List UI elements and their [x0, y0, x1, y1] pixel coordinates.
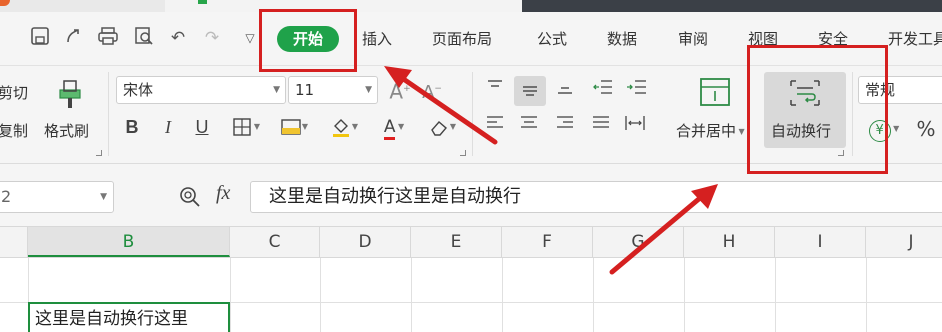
annotation-arrow-line [399, 75, 498, 145]
annotation-arrows [384, 66, 718, 275]
annotation-arrow-line [609, 195, 703, 275]
